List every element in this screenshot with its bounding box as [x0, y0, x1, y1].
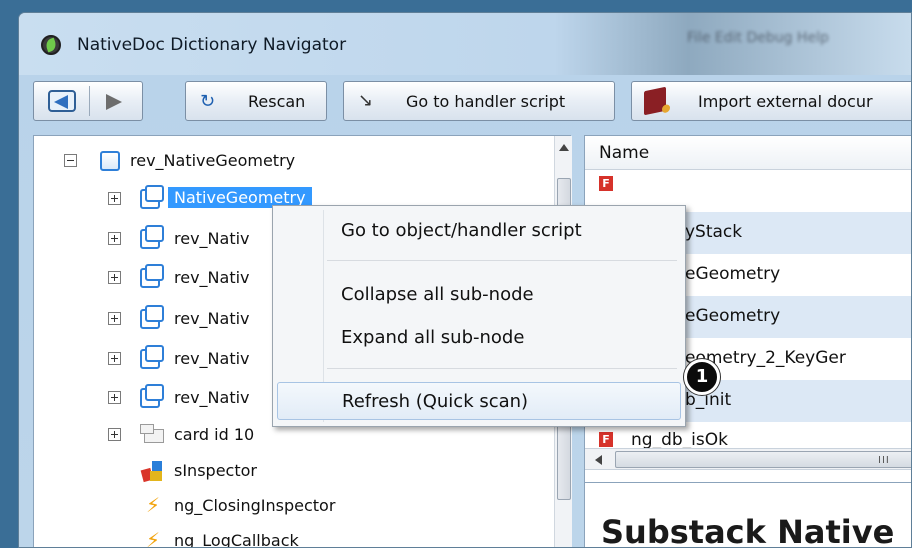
tree-row[interactable]: sInspector [34, 456, 554, 486]
tree-row-root[interactable]: rev_NativeGeometry [34, 146, 554, 176]
tree-row[interactable]: ⚡ ng_ClosingInspector [34, 491, 554, 521]
tree-item-label: ng_LogCallback [174, 531, 299, 548]
list-item-label: eGeometry [685, 306, 781, 326]
context-menu: Go to object/handler script Collapse all… [272, 205, 686, 427]
tree-item-label: sInspector [174, 461, 257, 480]
substack-icon [140, 264, 164, 288]
expand-icon[interactable] [108, 391, 121, 404]
menu-separator [327, 368, 677, 369]
stack-icon [100, 151, 120, 171]
script-arrow-icon: ↘ [358, 90, 374, 111]
expand-icon[interactable] [108, 312, 121, 325]
book-icon [644, 86, 666, 116]
toolbar: ↻ Rescan ↘ Go to handler script Import e… [33, 81, 911, 121]
title-bar[interactable]: NativeDoc Dictionary Navigator File Edit… [19, 13, 911, 75]
list-horizontal-scrollbar[interactable]: III [585, 448, 911, 470]
nav-button-group [33, 81, 143, 121]
arrow-right-icon[interactable] [106, 94, 122, 110]
expand-icon[interactable] [108, 352, 121, 365]
menu-item-label: Refresh (Quick scan) [342, 391, 529, 412]
script-object-icon [140, 459, 166, 483]
tree-root-label: rev_NativeGeometry [130, 151, 296, 170]
tree-item-label: rev_Nativ [174, 268, 250, 287]
rescan-button[interactable]: ↻ Rescan [185, 81, 327, 121]
list-item-label: yStack [685, 222, 743, 242]
nav-separator [89, 86, 90, 116]
menu-item-label: Collapse all sub-node [341, 284, 534, 305]
tree-item-label: rev_Nativ [174, 349, 250, 368]
substack-icon [140, 305, 164, 329]
substack-icon [140, 225, 164, 249]
import-label: Import external docur [698, 92, 873, 111]
expand-icon[interactable] [108, 271, 121, 284]
column-header-label: Name [599, 143, 650, 163]
doc-heading: Substack Native [601, 513, 895, 548]
scrollbar-grip: III [878, 455, 890, 466]
menu-separator [327, 260, 677, 261]
go-to-handler-script-button[interactable]: ↘ Go to handler script [343, 81, 615, 121]
lightning-icon: ⚡ [146, 528, 161, 548]
list-item-label: ng_db_isOk [631, 430, 728, 448]
refresh-icon: ↻ [200, 91, 216, 112]
lightning-icon: ⚡ [146, 493, 161, 517]
card-icon [140, 424, 164, 443]
menu-item-label: Expand all sub-node [341, 327, 525, 348]
menu-item-label: Go to object/handler script [341, 220, 582, 241]
column-header-name[interactable]: Name [585, 136, 911, 170]
tree-row[interactable]: ⚡ ng_LogCallback [34, 526, 554, 548]
menu-item-collapse-all[interactable]: Collapse all sub-node [277, 276, 681, 314]
tree-item-label: rev_Nativ [174, 309, 250, 328]
app-leaf-icon [41, 35, 61, 55]
tree-item-label: rev_Nativ [174, 229, 250, 248]
arrow-left-icon[interactable] [48, 90, 76, 112]
menu-item-expand-all[interactable]: Expand all sub-node [277, 319, 681, 357]
substack-icon [140, 345, 164, 369]
rescan-label: Rescan [248, 92, 306, 111]
menu-item-refresh-quick-scan[interactable]: Refresh (Quick scan) [277, 382, 681, 420]
tree-item-label: card id 10 [174, 425, 255, 444]
expand-icon[interactable] [108, 192, 121, 205]
background-window-menu: File Edit Debug Help [687, 30, 829, 46]
function-icon: F [599, 176, 613, 191]
go-to-handler-label: Go to handler script [406, 92, 566, 111]
tree-item-label: rev_Nativ [174, 388, 250, 407]
tree-item-label: ng_ClosingInspector [174, 496, 336, 515]
scroll-left-icon[interactable] [595, 455, 602, 465]
expand-icon[interactable] [108, 232, 121, 245]
documentation-pane: Substack Native [585, 482, 911, 548]
collapse-icon[interactable] [64, 154, 77, 167]
scrollbar-thumb[interactable]: III [615, 451, 911, 468]
list-item-label: eGeometry [685, 264, 781, 284]
substack-icon [140, 185, 164, 209]
function-icon: F [599, 432, 613, 447]
substack-icon [140, 384, 164, 408]
window-title: NativeDoc Dictionary Navigator [77, 35, 347, 55]
menu-item-go-to-object-handler-script[interactable]: Go to object/handler script [277, 212, 681, 250]
import-external-docs-button[interactable]: Import external docur [631, 81, 911, 121]
expand-icon[interactable] [108, 428, 121, 441]
scroll-up-icon[interactable] [559, 144, 569, 151]
step-callout-badge: 1 [684, 359, 720, 395]
